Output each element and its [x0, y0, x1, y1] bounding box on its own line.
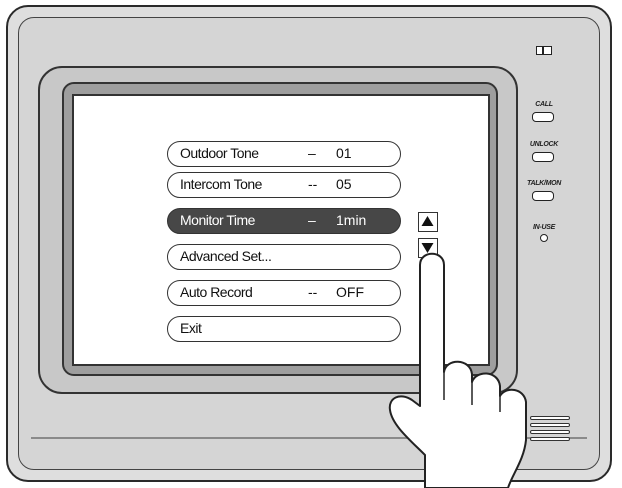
pointing-hand-icon: [388, 252, 527, 488]
